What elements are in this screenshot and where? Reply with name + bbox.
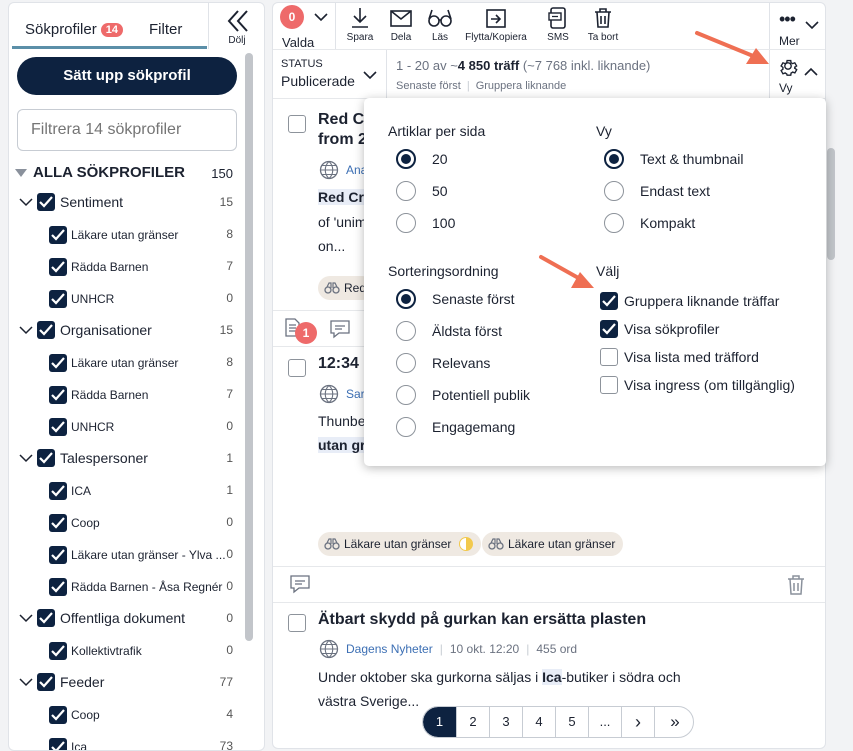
arrow-to-gear-icon — [695, 31, 769, 64]
arrow-to-group-option-icon — [539, 255, 594, 288]
annotation-arrows — [539, 31, 769, 288]
